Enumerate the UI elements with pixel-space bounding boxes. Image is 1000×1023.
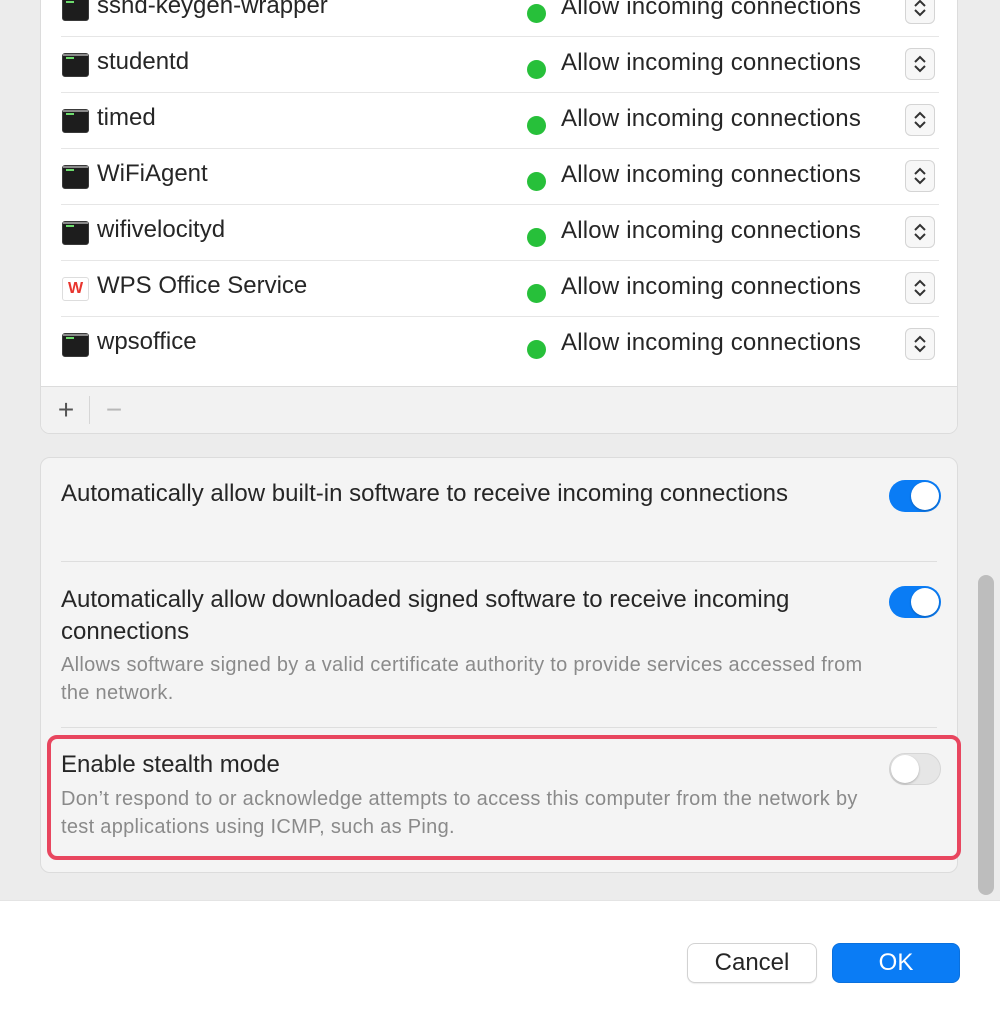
signed-software-toggle[interactable] bbox=[889, 586, 941, 618]
terminal-icon bbox=[62, 0, 89, 21]
connection-popup-button[interactable] bbox=[905, 216, 935, 248]
status-green-dot-icon bbox=[527, 340, 546, 359]
connection-popup-button[interactable] bbox=[905, 160, 935, 192]
builtin-software-toggle[interactable] bbox=[889, 480, 941, 512]
status-green-dot-icon bbox=[527, 284, 546, 303]
list-item[interactable]: wifivelocityd Allow incoming connections bbox=[41, 205, 957, 261]
status-green-dot-icon bbox=[527, 228, 546, 247]
app-name: wifivelocityd bbox=[97, 216, 226, 243]
ok-button[interactable]: OK bbox=[832, 943, 960, 983]
list-item[interactable]: timed Allow incoming connections bbox=[41, 93, 957, 149]
dialog-button-bar: Cancel OK bbox=[0, 900, 1000, 1023]
connection-popup-button[interactable] bbox=[905, 328, 935, 360]
app-name: studentd bbox=[97, 48, 190, 75]
connection-status: Allow incoming connections bbox=[561, 217, 862, 244]
app-name: timed bbox=[97, 104, 156, 131]
firewall-options-panel: sshd-keygen-wrapper Allow incoming conne… bbox=[0, 0, 1000, 900]
connection-popup-button[interactable] bbox=[905, 272, 935, 304]
stealth-mode-highlight bbox=[47, 735, 961, 860]
signed-software-description: Allows software signed by a valid certif… bbox=[61, 654, 863, 704]
list-footer-toolbar: + − bbox=[41, 386, 957, 433]
toggle-knob bbox=[911, 482, 939, 510]
builtin-software-label: Automatically allow built-in software to… bbox=[61, 480, 789, 507]
terminal-icon bbox=[62, 221, 89, 245]
toggle-knob bbox=[911, 588, 939, 616]
status-green-dot-icon bbox=[527, 116, 546, 135]
connection-popup-button[interactable] bbox=[905, 0, 935, 24]
status-green-dot-icon bbox=[527, 60, 546, 79]
connection-popup-button[interactable] bbox=[905, 104, 935, 136]
list-item[interactable]: W WPS Office Service Allow incoming conn… bbox=[41, 261, 957, 317]
application-list: sshd-keygen-wrapper Allow incoming conne… bbox=[40, 0, 958, 434]
divider bbox=[61, 727, 937, 728]
list-item[interactable]: WiFiAgent Allow incoming connections bbox=[41, 149, 957, 205]
divider bbox=[61, 561, 937, 562]
connection-popup-button[interactable] bbox=[905, 48, 935, 80]
connection-status: Allow incoming connections bbox=[561, 329, 862, 356]
status-green-dot-icon bbox=[527, 172, 546, 191]
app-name: sshd-keygen-wrapper bbox=[97, 0, 328, 19]
status-green-dot-icon bbox=[527, 4, 546, 23]
list-item[interactable]: wpsoffice Allow incoming connections bbox=[41, 317, 957, 373]
app-name: wpsoffice bbox=[97, 328, 197, 355]
list-item[interactable]: studentd Allow incoming connections bbox=[41, 37, 957, 93]
signed-software-label: Automatically allow downloaded signed so… bbox=[61, 586, 790, 645]
remove-app-button[interactable]: − bbox=[91, 387, 137, 433]
wps-office-icon: W bbox=[62, 277, 89, 301]
terminal-icon bbox=[62, 333, 89, 357]
add-app-button[interactable]: + bbox=[43, 387, 89, 433]
terminal-icon bbox=[62, 109, 89, 133]
connection-status: Allow incoming connections bbox=[561, 161, 862, 188]
connection-status: Allow incoming connections bbox=[561, 0, 862, 20]
connection-status: Allow incoming connections bbox=[561, 49, 862, 76]
divider bbox=[89, 396, 90, 424]
app-name: WPS Office Service bbox=[97, 272, 308, 299]
scrollbar-thumb[interactable] bbox=[978, 575, 994, 895]
app-name: WiFiAgent bbox=[97, 160, 208, 187]
terminal-icon bbox=[62, 165, 89, 189]
terminal-icon bbox=[62, 53, 89, 77]
connection-status: Allow incoming connections bbox=[561, 105, 862, 132]
connection-status: Allow incoming connections bbox=[561, 273, 862, 300]
cancel-button[interactable]: Cancel bbox=[687, 943, 817, 983]
list-item[interactable]: sshd-keygen-wrapper Allow incoming conne… bbox=[41, 0, 957, 37]
